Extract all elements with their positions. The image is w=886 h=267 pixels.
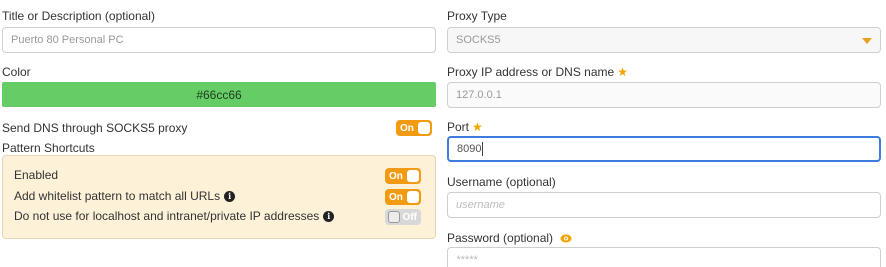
password-placeholder: ***** [456, 254, 478, 266]
proxy-ip-label-row: Proxy IP address or DNS name ★ [447, 65, 628, 79]
color-value: #66cc66 [196, 87, 242, 102]
pattern-enabled-toggle[interactable]: On [385, 168, 421, 184]
pattern-toggle-text: Off [402, 211, 417, 223]
star-icon: ★ [617, 65, 628, 79]
chevron-down-icon [862, 38, 872, 44]
proxy-type-select[interactable]: SOCKS5 [447, 27, 881, 53]
info-icon[interactable]: i [224, 190, 236, 202]
title-label: Title or Description (optional) [2, 9, 155, 23]
port-input[interactable]: 8090 [447, 136, 881, 162]
toggle-knob [407, 191, 419, 203]
color-label: Color [2, 65, 31, 79]
proxy-ip-label: Proxy IP address or DNS name [447, 65, 615, 79]
username-input[interactable]: username [447, 192, 881, 218]
color-picker[interactable]: #66cc66 [2, 82, 436, 107]
pattern-toggle-text: On [389, 191, 403, 203]
username-label: Username (optional) [447, 175, 556, 189]
pattern-row-whitelist: Add whitelist pattern to match all URLs … [14, 189, 236, 203]
toggle-knob [418, 122, 430, 134]
proxy-ip-placeholder: 127.0.0.1 [456, 89, 502, 101]
star-icon: ★ [472, 120, 483, 134]
pattern-toggle-text: On [389, 170, 403, 182]
toggle-knob [388, 211, 400, 223]
pattern-label: Enabled [14, 168, 59, 182]
pattern-shortcuts-panel: Enabled On Add whitelist pattern to matc… [2, 155, 436, 239]
proxy-settings-form: Title or Description (optional) Puerto 8… [0, 0, 886, 267]
pattern-whitelist-toggle[interactable]: On [385, 189, 421, 205]
info-icon[interactable]: i [323, 210, 335, 222]
port-label-row: Port ★ [447, 120, 483, 134]
dns-toggle[interactable]: On [396, 120, 432, 136]
port-label: Port [447, 120, 470, 134]
proxy-type-value: SOCKS5 [456, 34, 501, 46]
proxy-ip-input[interactable]: 127.0.0.1 [447, 82, 881, 108]
pattern-localhost-toggle[interactable]: Off [385, 209, 421, 225]
eye-icon[interactable] [560, 234, 572, 243]
password-label-row: Password (optional) [447, 231, 572, 245]
pattern-label: Add whitelist pattern to match all URLs [14, 189, 221, 203]
toggle-knob [407, 170, 419, 182]
password-label: Password (optional) [447, 231, 554, 245]
pattern-shortcuts-label: Pattern Shortcuts [2, 141, 95, 155]
username-placeholder: username [456, 199, 505, 211]
pattern-label: Do not use for localhost and intranet/pr… [14, 209, 320, 223]
password-input[interactable]: ***** [447, 247, 881, 267]
title-input[interactable]: Puerto 80 Personal PC [2, 27, 436, 53]
dns-label: Send DNS through SOCKS5 proxy [2, 121, 188, 135]
pattern-row-enabled: Enabled [14, 168, 58, 182]
port-value: 8090 [457, 143, 482, 155]
pattern-row-localhost: Do not use for localhost and intranet/pr… [14, 209, 335, 223]
title-input-value: Puerto 80 Personal PC [11, 34, 124, 46]
proxy-type-label: Proxy Type [447, 9, 507, 23]
dns-toggle-text: On [400, 122, 414, 134]
text-caret [482, 142, 484, 156]
